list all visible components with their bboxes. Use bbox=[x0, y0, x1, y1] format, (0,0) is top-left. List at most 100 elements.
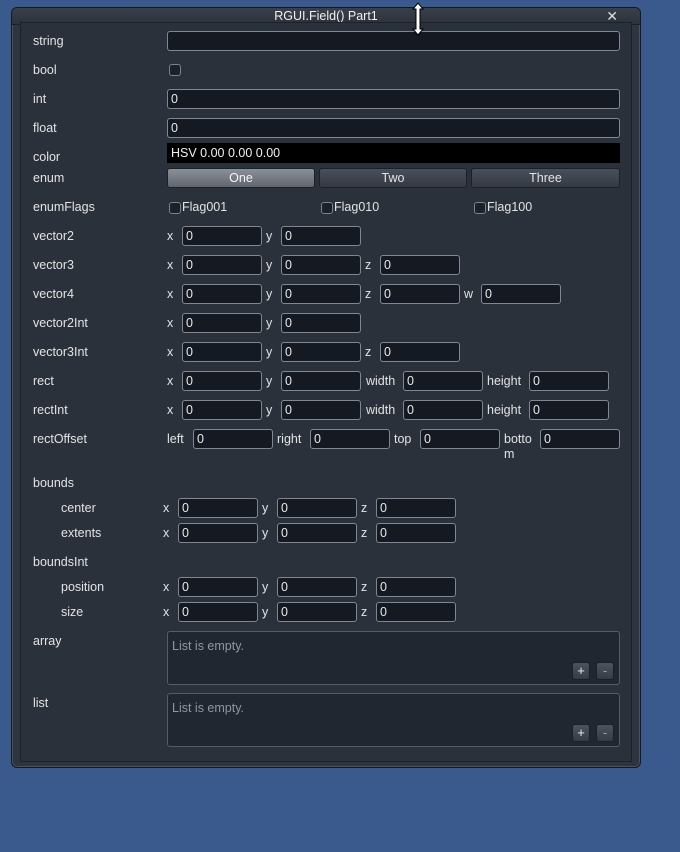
flag001-label: Flag001 bbox=[182, 200, 228, 214]
vector3int-z-input[interactable]: 0 bbox=[380, 342, 460, 362]
boundsint-size-z-input[interactable]: 0 bbox=[376, 602, 456, 622]
int-input[interactable]: 0 bbox=[167, 89, 620, 109]
vector4-w-input[interactable]: 0 bbox=[481, 284, 561, 304]
bounds-center-x-input[interactable]: 0 bbox=[178, 498, 258, 518]
label-color: color bbox=[33, 150, 61, 164]
rectint-width-input[interactable]: 0 bbox=[403, 400, 483, 420]
rect-x-input[interactable]: 0 bbox=[182, 371, 262, 391]
sublabel-z: z bbox=[365, 258, 372, 272]
sublabel-x: x bbox=[167, 258, 174, 272]
label-bounds-extents: extents bbox=[61, 526, 102, 540]
list-empty-text: List is empty. bbox=[172, 701, 245, 715]
list-add-button[interactable]: + bbox=[572, 724, 590, 742]
rectoffset-right-input[interactable]: 0 bbox=[310, 429, 390, 449]
vector3int-x-input[interactable]: 0 bbox=[182, 342, 262, 362]
sublabel-z: z bbox=[365, 287, 372, 301]
flag100-label: Flag100 bbox=[487, 200, 533, 214]
float-input[interactable]: 0 bbox=[167, 118, 620, 138]
vector3-z-input[interactable]: 0 bbox=[380, 255, 460, 275]
label-vector2int: vector2Int bbox=[33, 316, 88, 330]
sublabel-z: z bbox=[361, 580, 368, 594]
enum-option-two[interactable]: Two bbox=[319, 168, 467, 188]
sublabel-w: w bbox=[464, 287, 474, 301]
label-vector3: vector3 bbox=[33, 258, 74, 272]
boundsint-position-y-input[interactable]: 0 bbox=[277, 577, 357, 597]
rectoffset-top-input[interactable]: 0 bbox=[420, 429, 500, 449]
boundsint-position-z-input[interactable]: 0 bbox=[376, 577, 456, 597]
sublabel-x: x bbox=[163, 501, 170, 515]
rectoffset-bottom-input[interactable]: 0 bbox=[540, 429, 620, 449]
array-add-button[interactable]: + bbox=[572, 662, 590, 680]
rectoffset-left-input[interactable]: 0 bbox=[193, 429, 273, 449]
label-array: array bbox=[33, 634, 62, 648]
vector4-z-input[interactable]: 0 bbox=[380, 284, 460, 304]
field-window: RGUI.Field() Part1 ✕ string bool int 0 f… bbox=[11, 2, 641, 768]
bool-checkbox[interactable] bbox=[169, 64, 181, 76]
bounds-extents-x-input[interactable]: 0 bbox=[178, 523, 258, 543]
sublabel-x: x bbox=[167, 287, 174, 301]
boundsint-size-y-input[interactable]: 0 bbox=[277, 602, 357, 622]
vector4-x-input[interactable]: 0 bbox=[182, 284, 262, 304]
label-float: float bbox=[33, 121, 57, 135]
string-input[interactable] bbox=[167, 31, 620, 51]
label-int: int bbox=[33, 92, 47, 106]
rectint-height-input[interactable]: 0 bbox=[529, 400, 609, 420]
bounds-center-z-input[interactable]: 0 bbox=[376, 498, 456, 518]
vector3-y-input[interactable]: 0 bbox=[281, 255, 361, 275]
sublabel-z: z bbox=[361, 501, 368, 515]
sublabel-left: left bbox=[167, 432, 184, 446]
sublabel-bottom-part2: m bbox=[504, 447, 515, 461]
array-remove-button[interactable]: - bbox=[596, 662, 614, 680]
sublabel-x: x bbox=[167, 345, 174, 359]
list-remove-button[interactable]: - bbox=[596, 724, 614, 742]
rect-height-input[interactable]: 0 bbox=[529, 371, 609, 391]
sublabel-y: y bbox=[266, 403, 273, 417]
sublabel-y: y bbox=[266, 316, 273, 330]
bounds-extents-z-input[interactable]: 0 bbox=[376, 523, 456, 543]
vector2-y-input[interactable]: 0 bbox=[281, 226, 361, 246]
sublabel-x: x bbox=[167, 403, 174, 417]
flag100-checkbox[interactable] bbox=[474, 202, 486, 214]
boundsint-position-x-input[interactable]: 0 bbox=[178, 577, 258, 597]
rect-y-input[interactable]: 0 bbox=[281, 371, 361, 391]
rectint-x-input[interactable]: 0 bbox=[182, 400, 262, 420]
rectint-y-input[interactable]: 0 bbox=[281, 400, 361, 420]
flag001-checkbox[interactable] bbox=[169, 202, 181, 214]
sublabel-z: z bbox=[361, 526, 368, 540]
vector3int-y-input[interactable]: 0 bbox=[281, 342, 361, 362]
sublabel-y: y bbox=[262, 580, 269, 594]
bounds-extents-y-input[interactable]: 0 bbox=[277, 523, 357, 543]
label-string: string bbox=[33, 34, 64, 48]
sublabel-x: x bbox=[163, 580, 170, 594]
label-boundsint-position: position bbox=[61, 580, 105, 594]
label-boundsint-size: size bbox=[61, 605, 84, 619]
sublabel-top: top bbox=[394, 432, 412, 446]
flag010-label: Flag010 bbox=[334, 200, 380, 214]
label-bounds-center: center bbox=[61, 501, 96, 515]
vector2int-y-input[interactable]: 0 bbox=[281, 313, 361, 333]
flag010-checkbox[interactable] bbox=[321, 202, 333, 214]
sublabel-height: height bbox=[487, 374, 522, 388]
sublabel-bottom-part1: botto bbox=[504, 432, 532, 446]
label-enum: enum bbox=[33, 171, 65, 185]
vector3-x-input[interactable]: 0 bbox=[182, 255, 262, 275]
enum-option-three[interactable]: Three bbox=[471, 168, 620, 188]
vector4-y-input[interactable]: 0 bbox=[281, 284, 361, 304]
bounds-center-y-input[interactable]: 0 bbox=[277, 498, 357, 518]
enum-option-one[interactable]: One bbox=[167, 168, 315, 188]
sublabel-y: y bbox=[266, 287, 273, 301]
sublabel-height: height bbox=[487, 403, 522, 417]
color-field[interactable]: HSV 0.00 0.00 0.00 bbox=[167, 143, 620, 163]
vector2-x-input[interactable]: 0 bbox=[182, 226, 262, 246]
rect-width-input[interactable]: 0 bbox=[403, 371, 483, 391]
vector2int-x-input[interactable]: 0 bbox=[182, 313, 262, 333]
sublabel-x: x bbox=[163, 526, 170, 540]
label-rectint: rectInt bbox=[33, 403, 68, 417]
boundsint-size-x-input[interactable]: 0 bbox=[178, 602, 258, 622]
sublabel-right: right bbox=[277, 432, 302, 446]
array-empty-text: List is empty. bbox=[172, 639, 245, 653]
sublabel-x: x bbox=[167, 374, 174, 388]
sublabel-width: width bbox=[366, 374, 396, 388]
label-rect: rect bbox=[33, 374, 54, 388]
label-bool: bool bbox=[33, 63, 57, 77]
